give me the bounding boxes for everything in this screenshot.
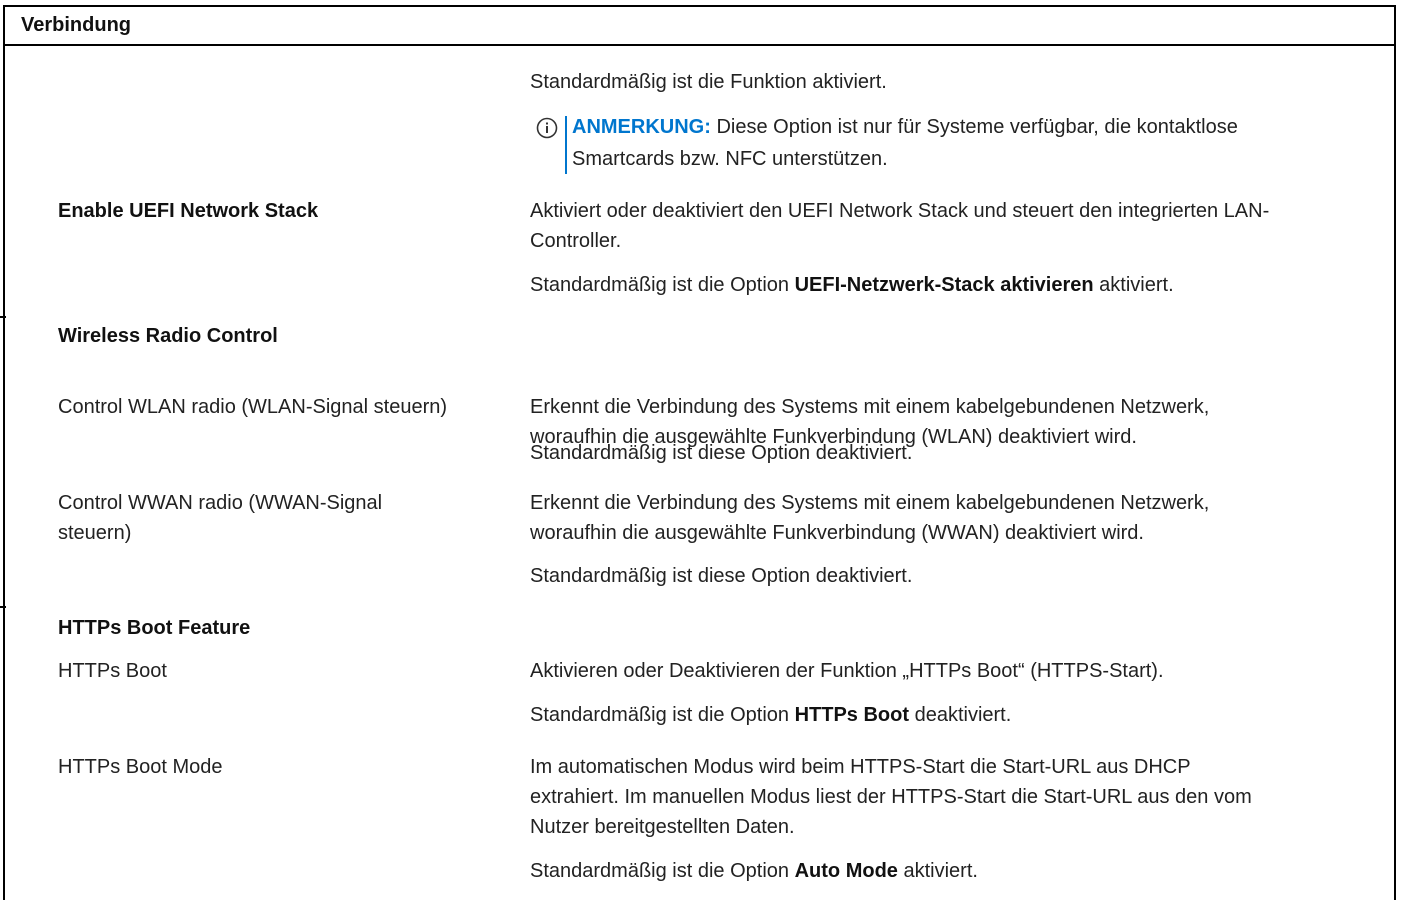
setting-name-wwan-1: Control WWAN radio (WWAN-Signal — [58, 492, 383, 514]
setting-name-uefi: Enable UEFI Network Stack — [58, 200, 319, 222]
setting-default-https-mode: Standardmäßig ist die Option Auto Mode a… — [530, 856, 978, 886]
section-heading-wireless: Wireless Radio Control — [58, 325, 278, 347]
setting-desc-wlan-1: Erkennt die Verbindung des Systems mit e… — [530, 396, 1210, 418]
setting-default-wwan: Standardmäßig ist diese Option deaktivie… — [530, 565, 913, 587]
note-bar — [565, 116, 567, 174]
info-icon — [536, 117, 558, 139]
setting-desc-https-mode-3: Nutzer bereitgestellten Daten. — [530, 816, 795, 838]
default-prefix: Standardmäßig ist die Option — [530, 860, 795, 882]
default-option: HTTPs Boot — [794, 704, 910, 726]
setting-default-wlan: Standardmäßig ist diese Option deaktivie… — [530, 442, 913, 464]
setting-desc-uefi-2: Controller. — [530, 230, 622, 252]
setting-desc-uefi-1: Aktiviert oder deaktiviert den UEFI Netw… — [530, 200, 1270, 222]
row-separator — [0, 606, 6, 608]
setting-desc-wwan-2: woraufhin die ausgewählte Funkverbindung… — [530, 522, 1144, 544]
default-text: Standardmäßig ist die Funktion aktiviert… — [530, 71, 887, 93]
note-text: Diese Option ist nur für Systeme verfügb… — [710, 116, 1238, 138]
setting-name-wlan: Control WLAN radio (WLAN-Signal steuern) — [58, 396, 448, 418]
default-suffix: deaktiviert. — [909, 704, 1012, 726]
setting-default-https-boot: Standardmäßig ist die Option HTTPs Boot … — [530, 700, 1011, 730]
note-line-1: ANMERKUNG: Diese Option ist nur für Syst… — [572, 112, 1238, 142]
default-option: Auto Mode — [794, 860, 898, 882]
default-prefix: Standardmäßig ist die Option — [530, 704, 795, 726]
setting-default-uefi: Standardmäßig ist die Option UEFI-Netzwe… — [530, 270, 1174, 300]
default-prefix: Standardmäßig ist die Option — [530, 274, 795, 296]
default-suffix: aktiviert. — [1093, 274, 1174, 296]
note-label: ANMERKUNG: — [572, 116, 711, 138]
setting-desc-https-mode-1: Im automatischen Modus wird beim HTTPS-S… — [530, 756, 1191, 778]
section-heading-https: HTTPs Boot Feature — [58, 617, 251, 639]
row-separator — [0, 316, 6, 318]
setting-name-https-mode: HTTPs Boot Mode — [58, 756, 223, 778]
table-header: Verbindung — [3, 5, 1396, 46]
note-line-2: Smartcards bzw. NFC unterstützen. — [572, 148, 888, 170]
table-title: Verbindung — [21, 14, 131, 36]
setting-name-https-boot: HTTPs Boot — [58, 660, 167, 682]
setting-desc-wwan-1: Erkennt die Verbindung des Systems mit e… — [530, 492, 1210, 514]
setting-desc-https-mode-2: extrahiert. Im manuellen Modus liest der… — [530, 786, 1252, 808]
setting-desc-https-boot: Aktivieren oder Deaktivieren der Funktio… — [530, 660, 1164, 682]
setting-name-wwan-2: steuern) — [58, 522, 132, 544]
default-suffix: aktiviert. — [897, 860, 978, 882]
default-option: UEFI-Netzwerk-Stack aktivieren — [794, 274, 1094, 296]
